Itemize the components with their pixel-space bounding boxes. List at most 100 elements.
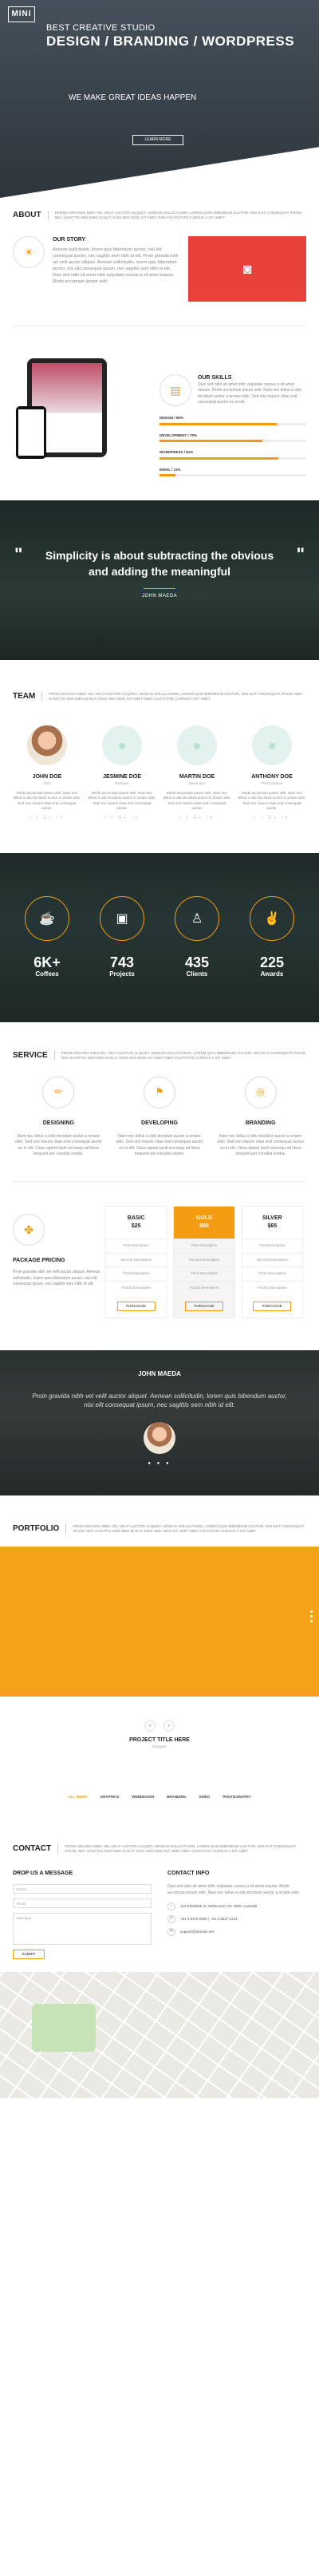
social-icons[interactable]: t f G+ in <box>13 816 81 821</box>
site-logo[interactable]: MINI <box>8 6 35 22</box>
team-member: JOHN DOE CEO Morbi accumsan ipsum velit. N… <box>13 725 81 821</box>
pricing-plan: SILVER $65 First Description Second Descrip… <box>241 1206 303 1319</box>
stats-section: ☕ 6K+ Coffees ▣ 743 Projects ♙ 435 Clients ✌ 225 Aw… <box>0 853 319 1023</box>
team-header: TEAM PROIN GRAVIDA NIBH VEL VELIT AUCTOR… <box>13 692 306 702</box>
location-map[interactable] <box>0 1972 319 2099</box>
purchase-button[interactable]: PURCHASE <box>253 1301 292 1312</box>
stat-item: ▣ 743 Projects <box>100 896 144 979</box>
team-list: JOHN DOE CEO Morbi accumsan ipsum velit. N… <box>13 725 306 821</box>
skill-bar: WORDPRESS / 81% <box>160 450 306 460</box>
learn-more-button[interactable]: LEARN MORE <box>132 135 183 145</box>
plan-header: SILVER $65 <box>242 1207 302 1239</box>
plan-price: $25 <box>131 1223 141 1230</box>
contact-intro: PROIN GRAVIDA NIBH VEL VELIT AUCTOR ALIQ… <box>65 1844 297 1854</box>
form-title: DROP US A MESSAGE <box>13 1871 73 1877</box>
coffee-icon: ☕ <box>25 896 69 942</box>
portfolio-slide[interactable] <box>0 1547 319 1697</box>
pricing-title: PACKAGE PRICING <box>13 1258 65 1264</box>
story-title: OUR STORY <box>53 237 86 243</box>
quote-author: JOHN MAEDA <box>141 594 178 599</box>
story-media[interactable]: ◙ <box>188 236 306 302</box>
message-field[interactable]: Message <box>13 1913 152 1946</box>
avatar: ● <box>102 725 142 766</box>
skill-label: EMAIL / 11% <box>160 467 181 472</box>
name-field[interactable]: Name <box>13 1884 152 1894</box>
stat-number: 743 <box>109 954 135 971</box>
social-icons[interactable]: t f G+ in <box>238 816 306 821</box>
lightbulb-icon: ☀ <box>13 236 45 268</box>
testimonial-section: JOHN MAEDA Proin gravida nibh vel velit … <box>0 1350 319 1496</box>
quote-open-icon: " <box>14 544 23 565</box>
filter-tab[interactable]: PHOTOGRAPHY <box>223 1795 250 1800</box>
skill-bar: DEVELOPMENT / 70% <box>160 433 306 443</box>
purchase-button[interactable]: PURCHASE <box>184 1301 223 1312</box>
stat-item: ✌ 225 Awards <box>250 896 294 979</box>
prev-arrow-icon[interactable]: ‹ <box>144 1721 156 1732</box>
stat-number: 6K+ <box>33 954 61 971</box>
contact-title: CONTACT <box>13 1844 59 1855</box>
mail-icon: ✉ <box>167 1927 175 1936</box>
service-list: ✏ DESIGNING Nam nec tellus a odio tincidun… <box>13 1077 306 1157</box>
team-intro: PROIN GRAVIDA NIBH VEL VELIT AUCTOR ALIQ… <box>49 692 302 701</box>
location-icon: ⌂ <box>167 1902 175 1910</box>
quote-section: " " Simplicity is about subtracting the … <box>0 500 319 661</box>
portfolio-header: PORTFOLIO PROIN GRAVIDA NIBH VEL VELIT A… <box>13 1524 306 1535</box>
puzzle-icon: ✤ <box>13 1214 45 1247</box>
hero-section: MINI BEST CREATIVE STUDIO DESIGN / BRAND… <box>0 0 319 198</box>
skill-track <box>160 456 306 460</box>
social-icons[interactable]: t f G+ in <box>163 816 231 821</box>
about-title: ABOUT <box>13 211 49 220</box>
avatar: ● <box>252 725 292 766</box>
social-icons[interactable]: t f G+ in <box>88 816 156 821</box>
filter-tab[interactable]: GRAPHICS <box>100 1795 120 1800</box>
info-text: Duis sed odio sit amet nibh vulputate cu… <box>167 1884 301 1895</box>
next-arrow-icon[interactable]: › <box>163 1721 175 1732</box>
skill-track <box>160 474 306 477</box>
pricing-section: ✤ PACKAGE PRICING Proin gravida nibh vel… <box>13 1206 306 1319</box>
filter-tab[interactable]: ALL WORK <box>68 1795 87 1800</box>
hero-divider <box>0 147 319 198</box>
skill-label: WORDPRESS / 81% <box>160 450 194 455</box>
story-text: Aenean sollicitudin, lorem quis bibendum… <box>53 247 179 284</box>
plan-feature: Fourth Description <box>242 1281 302 1295</box>
service-item: ◎ BRANDING Nam nec tellus a odio tincidunt… <box>215 1077 306 1157</box>
skill-track <box>160 422 306 425</box>
filter-tab[interactable]: VIDEO <box>199 1795 210 1800</box>
pricing-plan: BASIC $25 First Description Second Descript… <box>105 1206 167 1319</box>
filter-tab[interactable]: WEBDESIGN <box>132 1795 154 1800</box>
plan-name: GOLD <box>195 1215 213 1222</box>
contact-form: DROP US A MESSAGE Name Email Message SUB… <box>13 1870 152 1960</box>
member-role: CEO <box>43 781 51 786</box>
plan-feature: Second Description <box>242 1252 302 1267</box>
skill-track <box>160 440 306 443</box>
portfolio-filters: ALL WORK GRAPHICS WEBDESIGN BRANDING VIDEO PH… <box>0 1795 319 1800</box>
user-icon: ♙ <box>175 896 219 942</box>
pricing-plan: GOLD $50 First Description Second Descripti… <box>173 1206 235 1319</box>
member-bio: Morbi accumsan ipsum velit. Nam nec tell… <box>163 790 231 811</box>
contact-section: DROP US A MESSAGE Name Email Message SUB… <box>13 1870 306 1960</box>
carousel-dots[interactable]: ● ● ● <box>0 1460 319 1468</box>
submit-button[interactable]: SUBMIT <box>13 1950 45 1960</box>
our-story: ☀ OUR STORY Aenean sollicitudin, lorem q… <box>13 236 306 302</box>
member-name: MARTIN DOE <box>179 774 215 780</box>
phone-image <box>16 406 46 459</box>
email-text[interactable]: support@domain.net <box>180 1930 214 1935</box>
purchase-button[interactable]: PURCHASE <box>116 1301 156 1312</box>
service-title: SERVICE <box>13 1051 55 1061</box>
skills-text: Duis sed odio sit amet nibh vulputate cu… <box>198 382 302 405</box>
email-field[interactable]: Email <box>13 1898 152 1909</box>
avatar <box>27 725 67 766</box>
plan-feature: First Description <box>106 1239 167 1253</box>
filter-tab[interactable]: BRANDING <box>167 1795 186 1800</box>
skill-fill <box>160 474 176 477</box>
plan-feature: Second Description <box>174 1252 234 1267</box>
thumbs-up-icon: ✌ <box>250 896 294 942</box>
service-text: Nam nec tellus a odio tincidunt auctor a… <box>116 1134 203 1156</box>
stat-label: Awards <box>260 970 284 978</box>
about-header: ABOUT PERSEA GRAVIDA NIBH VEL VELIT AUCT… <box>13 211 306 220</box>
stat-label: Projects <box>109 970 135 978</box>
team-member: ● MARTIN DOE Developer Morbi accumsan ipsum… <box>163 725 231 821</box>
member-name: ANTHONY DOE <box>251 774 293 780</box>
slide-dots[interactable] <box>310 1610 313 1623</box>
phone-icon: ✆ <box>167 1914 175 1923</box>
